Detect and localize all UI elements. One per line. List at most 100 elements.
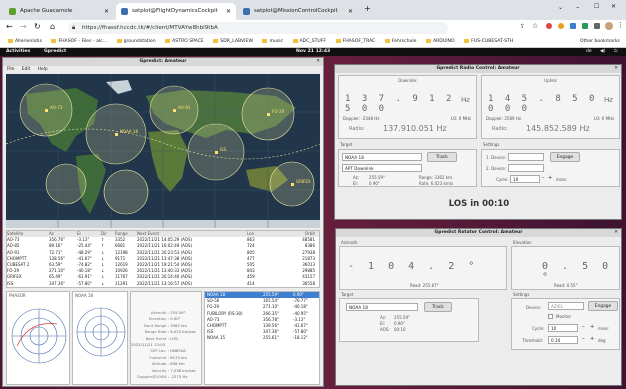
extension-icon[interactable]	[582, 23, 588, 29]
downlink-radio-label: Radio:	[349, 126, 365, 132]
back-icon[interactable]: ←	[6, 22, 13, 31]
cycle-decrement-icon[interactable]: –	[582, 324, 585, 330]
downlink-panel: Downlink 1 3 7 . 9 1 2 . 5 0 0 Hz Dopple…	[338, 75, 477, 139]
window-titlebar: Gpredict Rotator Control: Amateur ✕	[336, 229, 621, 237]
aos-label: AOS:	[380, 327, 390, 332]
close-window-icon[interactable]: ✕	[316, 58, 320, 66]
map-sat-label[interactable]: FO-29	[272, 109, 285, 114]
bookmark-item[interactable]: music	[262, 36, 283, 47]
bookmark-item[interactable]: Fahrschule	[385, 36, 417, 47]
bookmark-item[interactable]: FHASOF_TRAC	[336, 36, 376, 47]
maximize-window-icon[interactable]: ☐	[594, 3, 599, 10]
guacamole-favicon-icon	[9, 8, 16, 15]
rate-value: Rate: 6.023 km/s	[419, 181, 454, 186]
clock[interactable]: Nov 21 12:43	[296, 48, 330, 56]
cycle-spinbox[interactable]: 10	[548, 324, 578, 332]
table-row[interactable]: ISS 347.36° -57.80° ↓ 11291 2022/11/21 13:16:…	[7, 281, 319, 287]
uplink-frequency-digits[interactable]: 1 4 5 . 8 5 0 . 0 0 0	[488, 94, 619, 114]
bookmark-item[interactable]: Allerienlotis	[8, 36, 42, 47]
world-map[interactable]: AO-73 NOAA 18 AO-91 ISS FO-29 GRIFEX	[6, 74, 320, 228]
volume-icon[interactable]: ◀)	[600, 48, 605, 56]
target-label: Target	[341, 292, 354, 297]
cell: 36558	[302, 280, 315, 286]
track-button[interactable]: Track	[424, 302, 452, 312]
cycle-increment-icon[interactable]: +	[590, 324, 594, 330]
tab-search-icon[interactable]: ⌄	[558, 4, 563, 11]
polar-plot[interactable]: NOAA 18	[72, 291, 128, 385]
other-bookmarks[interactable]: Other bookmarks	[580, 36, 620, 47]
threshold-decrement-icon[interactable]: –	[582, 336, 585, 342]
menu-file[interactable]: File	[7, 67, 14, 72]
reload-icon[interactable]: ↻	[34, 22, 41, 31]
forward-icon[interactable]: →	[20, 22, 27, 31]
extension-icon[interactable]	[570, 23, 576, 29]
monitor-checkbox[interactable]	[548, 314, 553, 319]
engage-button[interactable]: Engage	[588, 301, 618, 311]
tab-guacamole[interactable]: Apache Guacamole ✕	[4, 3, 114, 20]
cell: 11291	[115, 280, 128, 286]
threshold-increment-icon[interactable]: +	[590, 336, 594, 342]
address-bar[interactable]: 🔒︎ https://fhassf.hccdc.tk/#/client/MTVA…	[68, 22, 448, 34]
map-sat-label[interactable]: ISS	[220, 147, 227, 152]
bookmark-item[interactable]: FUS-CUBESAT-STH	[464, 36, 513, 47]
profile-avatar[interactable]	[605, 22, 613, 30]
cycle-unit: msec	[598, 326, 609, 331]
polar-plot[interactable]: PHASOR	[6, 291, 70, 385]
device1-select[interactable]	[508, 153, 544, 161]
extensions-puzzle-icon[interactable]	[594, 23, 600, 29]
close-tab-icon[interactable]: ✕	[348, 3, 353, 20]
browser-menu-icon[interactable]: ⋮	[617, 21, 624, 29]
tab-flight-dynamics[interactable]: satplot@FlightDynamicsCockpit ✕	[116, 3, 236, 20]
bookmark-item[interactable]: groundstation	[117, 36, 156, 47]
bookmark-item[interactable]: ARDUINO	[426, 36, 455, 47]
app-menu[interactable]: Gpredict	[44, 48, 66, 56]
activities-button[interactable]: Activities	[6, 48, 30, 56]
cycle-spinbox[interactable]: 10	[510, 175, 540, 183]
engage-button[interactable]: Engage	[550, 152, 580, 162]
device1-label: 1. Device:	[486, 155, 507, 160]
menu-help[interactable]: Help	[38, 67, 48, 72]
tab-mission-control[interactable]: satplot@MissionControlCockpit ✕	[238, 3, 358, 20]
close-window-icon[interactable]: ✕	[611, 3, 616, 10]
bookmark-star-icon[interactable]: ☆	[532, 22, 538, 30]
device-select[interactable]: AZ/EL	[548, 302, 584, 310]
close-tab-icon[interactable]: ✕	[104, 3, 109, 20]
downlink-frequency-digits[interactable]: 1 3 7 . 9 1 2 . 5 0 0	[345, 94, 476, 114]
bookmark-item[interactable]: ASTRO SPACE	[165, 36, 204, 47]
keyboard-layout[interactable]: de	[586, 48, 592, 56]
elevation-panel: 0 . 5 0 ° Read: 0.55°	[511, 246, 620, 290]
map-sat-label[interactable]: AO-73	[50, 105, 63, 110]
threshold-spinbox[interactable]: 0.10	[548, 336, 578, 344]
map-sat-label[interactable]: GRIFEX	[296, 179, 311, 184]
minimize-window-icon[interactable]: –	[576, 3, 580, 11]
new-tab-button[interactable]: +	[364, 4, 371, 13]
elevation-digits[interactable]: 0 . 5 0 °	[542, 261, 619, 283]
share-icon[interactable]: ⇪	[520, 23, 525, 30]
target-satellite-select[interactable]: NOAA 18	[342, 153, 422, 161]
device2-select[interactable]	[508, 164, 544, 172]
target-satellite-select[interactable]: NOAA 18	[346, 303, 418, 311]
home-icon[interactable]: ⌂	[50, 22, 55, 31]
track-button[interactable]: Track	[427, 152, 457, 162]
close-tab-icon[interactable]: ✕	[226, 3, 231, 20]
close-window-icon[interactable]: ✕	[614, 229, 618, 237]
cycle-decrement-icon[interactable]: –	[542, 175, 545, 181]
detail-value: 6174 km	[170, 354, 187, 360]
map-sat-label[interactable]: AO-91	[178, 105, 191, 110]
detail-row: Doppler@100M : -2275 Hz	[131, 374, 201, 380]
el-value: 0.90°	[394, 321, 405, 326]
list-item[interactable]: NOAA 15 255.61° -18.12°	[205, 335, 319, 341]
bookmark-item[interactable]: SDR_LABVIEW	[213, 36, 253, 47]
bookmark-item[interactable]: FHASOF - Files - alc...	[51, 36, 107, 47]
bookmark-item[interactable]: ADC_STUFF	[293, 36, 327, 47]
menu-edit[interactable]: Edit	[22, 67, 31, 72]
cycle-increment-icon[interactable]: +	[548, 175, 552, 181]
transponder-select[interactable]: APT Downlink	[342, 164, 422, 172]
close-window-icon[interactable]: ✕	[614, 65, 618, 73]
extension-icon[interactable]	[546, 23, 552, 29]
settings-label: Settings	[513, 292, 530, 297]
power-icon[interactable]: ⏻	[614, 48, 618, 56]
azimuth-digits[interactable]: - 1 0 4 . 2 °	[348, 261, 478, 272]
cell: 347.36°	[49, 280, 65, 286]
extension-icon[interactable]	[558, 23, 564, 29]
